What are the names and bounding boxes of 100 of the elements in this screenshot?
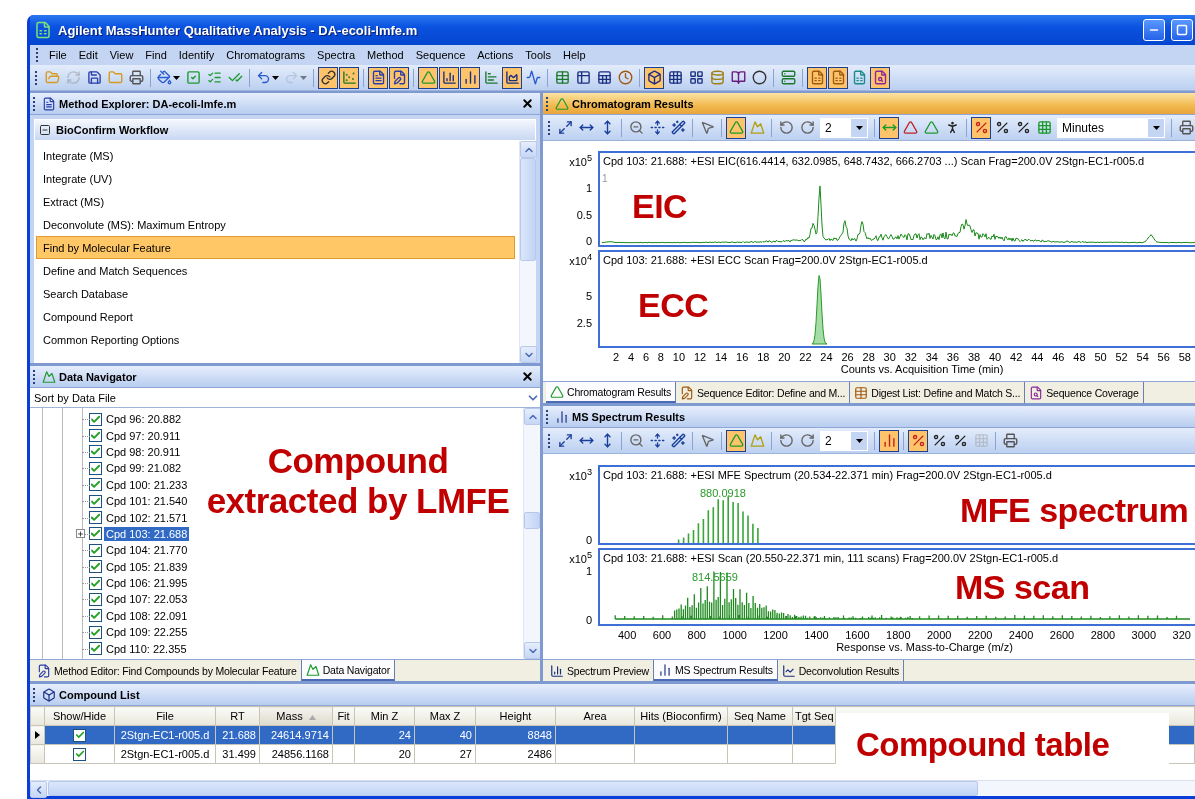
axis-tick-label: 12 <box>693 351 707 363</box>
column-header[interactable]: Seq Name <box>727 706 793 726</box>
panel-title: Method Explorer: DA-ecoli-lmfe.m <box>59 97 238 110</box>
column-header[interactable]: Max Z <box>414 706 476 726</box>
table-cell: 20 <box>354 744 415 764</box>
axis-tick-label: 22 <box>799 351 812 363</box>
workflow-item[interactable]: Define and Match Sequences <box>36 259 515 282</box>
tree-item[interactable]: Cpd 100: 21.233 <box>104 477 190 492</box>
menu-item[interactable]: Sequence <box>410 47 471 63</box>
axis-tick-label: 10 <box>672 351 686 363</box>
axis-tick-label: 1 <box>585 565 592 577</box>
window-title: Agilent MassHunter Qualitative Analysis - DA-ecoli-lmfe.m <box>58 22 419 38</box>
tree-item[interactable]: Cpd 98: 20.911 <box>104 444 183 459</box>
tab[interactable]: Chromatogram Results <box>546 382 676 403</box>
menu-item[interactable]: Find <box>140 47 172 63</box>
menu-item[interactable]: Tools <box>520 47 557 63</box>
column-header[interactable]: Mass <box>259 706 333 726</box>
tree-item[interactable]: Cpd 96: 20.882 <box>104 412 184 427</box>
axis-exponent: x10$^{5}$ <box>569 153 592 168</box>
workflow-item[interactable]: Integrate (UV) <box>36 167 515 190</box>
tree-item[interactable]: Cpd 103: 21.688 <box>104 526 190 541</box>
annotation-label: Compound extracted by LMFE <box>205 441 511 522</box>
axis-tick-label: 400 <box>618 629 637 641</box>
axis-tick-label: 800 <box>687 629 706 641</box>
table-cell: 2486 <box>475 744 556 764</box>
workflow-item[interactable]: Compound Report <box>36 305 515 328</box>
tree-item[interactable]: Cpd 102: 21.571 <box>104 510 190 525</box>
menu-item[interactable]: Actions <box>472 47 519 63</box>
table-cell: 24614.9714 <box>259 725 333 745</box>
tab[interactable]: Data Navigator <box>301 660 395 681</box>
menu-item[interactable]: Identify <box>173 47 220 63</box>
column-header[interactable]: Area <box>555 706 635 726</box>
axis-tick-label: 58 <box>1178 351 1191 363</box>
workflow-item[interactable]: Deconvolute (MS): Maximum Entropy <box>36 213 515 236</box>
axis-tick-label: 0.5 <box>576 209 592 221</box>
menu-item[interactable]: File <box>44 47 72 63</box>
axis-tick-label: 52 <box>1115 351 1128 363</box>
plot-title: Cpd 103: 21.688: +ESI Scan (20.550-22.371 min, 111 scans) Frag=200.0V 2Stgn-EC1-r005.d <box>603 552 1059 564</box>
dropdown-field[interactable]: Minutes <box>1057 117 1165 138</box>
dropdown-field[interactable]: 2 <box>820 117 868 138</box>
workflow-item[interactable]: Find by Molecular Feature <box>36 236 515 259</box>
section-header[interactable]: BioConfirm Workflow <box>34 119 536 141</box>
axis-tick-label: 1800 <box>886 629 911 641</box>
tab[interactable]: MS Spectrum Results <box>654 660 778 681</box>
menu-item[interactable]: Chromatograms <box>221 47 311 63</box>
column-header[interactable]: Min Z <box>354 706 415 726</box>
column-header[interactable]: Hits (Bioconfirm) <box>634 706 728 726</box>
tree-item[interactable]: Cpd 99: 21.082 <box>104 461 184 476</box>
tree-item[interactable]: Cpd 110: 22.355 <box>104 641 189 656</box>
column-header[interactable]: Height <box>475 706 556 726</box>
axis-tick-label: 48 <box>1073 351 1086 363</box>
axis-tick-label: 30 <box>883 351 896 363</box>
panel-title: Compound List <box>59 688 141 701</box>
axis-tick-label: 1 <box>585 182 592 194</box>
axis-tick-label: 320 <box>1172 629 1191 641</box>
menu-item[interactable]: Spectra <box>312 47 360 63</box>
tree-item[interactable]: Cpd 97: 20.911 <box>104 428 183 443</box>
table-cell: 21.688 <box>215 725 260 745</box>
axis-exponent: x10$^{3}$ <box>569 467 592 482</box>
workflow-item[interactable]: Integrate (MS) <box>36 144 515 167</box>
menu-item[interactable]: View <box>104 47 139 63</box>
axis-tick-label: 1000 <box>722 629 747 641</box>
workflow-item[interactable]: Extract (MS) <box>36 190 515 213</box>
tree-item[interactable]: Cpd 105: 21.839 <box>104 559 190 574</box>
tree-item[interactable]: Cpd 109: 22.255 <box>104 625 190 640</box>
column-header[interactable]: File <box>114 706 216 726</box>
column-header[interactable]: Show/Hide <box>44 706 115 726</box>
axis-tick-label: 50 <box>1094 351 1107 363</box>
tab[interactable]: Sequence Editor: Define and M... <box>675 382 851 403</box>
workflow-item[interactable]: Common Reporting Options <box>36 328 515 351</box>
tab[interactable]: Digest List: Define and Match S... <box>850 382 1026 403</box>
axis-tick-label: 56 <box>1157 351 1170 363</box>
tree-item[interactable]: Cpd 106: 21.995 <box>104 576 190 591</box>
axis-tick-label: 600 <box>652 629 672 641</box>
axis-tick-label: 32 <box>904 351 917 363</box>
dropdown-field[interactable]: 2 <box>820 430 868 451</box>
table-cell: 27 <box>414 744 476 764</box>
column-header[interactable]: RT <box>215 706 260 726</box>
tree-item[interactable]: Cpd 108: 22.091 <box>104 608 190 623</box>
plot-title: Cpd 103: 21.688: +ESI EIC(616.4414, 632.0985, 648.7432, 666.2703 ...) Scan Frag=200.0V 2Stgn-EC1-r005.d <box>603 155 1145 167</box>
axis-title: Counts vs. Acquisition Time (min) <box>840 363 1004 375</box>
menu-item[interactable]: Method <box>362 47 409 63</box>
tab[interactable]: Sequence Coverage <box>1025 382 1144 403</box>
axis-tick-label: 2600 <box>1049 629 1075 641</box>
tree-item[interactable]: Cpd 101: 21.540 <box>104 494 190 509</box>
axis-tick-label: 2400 <box>1008 629 1034 641</box>
column-header[interactable]: Fit <box>332 706 355 726</box>
table-cell: 31.499 <box>215 744 260 764</box>
axis-tick-label: 26 <box>841 351 854 363</box>
annotation-label: EIC <box>632 187 688 227</box>
peak-label: 880.0918 <box>700 487 746 499</box>
column-header[interactable]: Tgt Seq <box>792 706 836 726</box>
axis-tick-label: 0 <box>585 534 592 546</box>
workflow-item[interactable]: Search Database <box>36 282 515 305</box>
tree-item[interactable]: Cpd 107: 22.053 <box>104 592 190 607</box>
menu-item[interactable]: Help <box>558 47 591 63</box>
axis-tick-label: 2200 <box>967 629 993 641</box>
menu-item[interactable]: Edit <box>73 47 103 63</box>
tree-item[interactable]: Cpd 104: 21.770 <box>104 543 190 558</box>
plot-title: Cpd 103: 21.688: +ESI ECC Scan Frag=200.0V 2Stgn-EC1-r005.d <box>603 254 928 266</box>
